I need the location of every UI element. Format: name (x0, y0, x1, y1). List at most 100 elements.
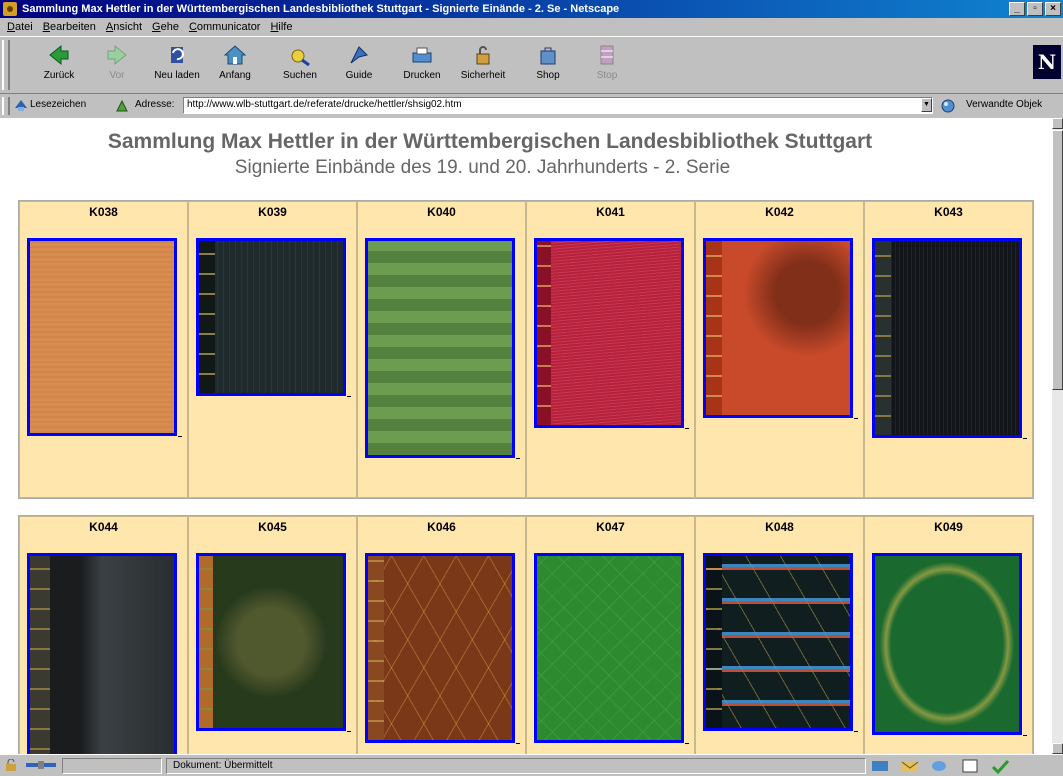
navigation-toolbar: Zurück Vor Neu laden Anfang Suchen Guide (0, 36, 1063, 94)
binding-cell-k047: K047 (526, 516, 695, 754)
status-text: Dokument: Übermittelt (166, 758, 866, 774)
image-link-marker (685, 428, 689, 429)
binding-id-label: K048 (765, 520, 794, 534)
vertical-scrollbar[interactable] (1052, 118, 1063, 754)
shop-label: Shop (536, 70, 560, 81)
page-subtitle: Signierte Einbände des 19. und 20. Jahrh… (234, 157, 731, 178)
forward-label: Vor (109, 70, 125, 81)
book-spine (368, 556, 384, 740)
page-proxy-icon[interactable] (115, 99, 129, 113)
connection-status-icon (26, 761, 56, 769)
image-link-marker (347, 731, 351, 732)
netscape-app-icon (3, 2, 17, 16)
scroll-down-arrow[interactable] (1052, 743, 1063, 754)
padlock-icon (476, 46, 490, 65)
image-link-marker (1023, 438, 1027, 439)
book-cover-link-k040[interactable] (365, 238, 515, 458)
netscape-logo[interactable]: N (1033, 45, 1061, 79)
bookmarks-button[interactable]: Lesezeichen (30, 99, 86, 110)
book-cover-link-k047[interactable] (534, 553, 684, 743)
book-cover-link-k043[interactable] (872, 238, 1022, 438)
menu-bearbeiten[interactable]: Bearbeiten (38, 21, 101, 33)
maximize-button[interactable]: ▫ (1027, 2, 1043, 16)
binding-cell-k044: K044 (19, 516, 188, 754)
binding-cell-k043: K043 (864, 201, 1033, 498)
window-title-bar: Sammlung Max Hettler in der Württembergi… (0, 0, 1063, 18)
print-button[interactable]: Drucken (393, 41, 451, 89)
navigator-icon[interactable] (870, 758, 890, 774)
minimize-button[interactable]: _ (1009, 2, 1025, 16)
book-cover-link-k042[interactable] (703, 238, 853, 418)
home-button[interactable]: Anfang (206, 41, 264, 89)
bookmarks-icon[interactable] (14, 98, 28, 112)
binding-cell-k048: K048 (695, 516, 864, 754)
url-input[interactable]: http://www.wlb-stuttgart.de/referate/dru… (183, 97, 933, 114)
book-spine (199, 556, 213, 728)
image-link-marker (854, 731, 858, 732)
stop-label: Stop (596, 70, 618, 81)
mail-icon[interactable] (900, 758, 920, 774)
close-button[interactable]: × (1045, 2, 1061, 16)
window-controls: _ ▫ × (1009, 2, 1061, 16)
book-spine (875, 241, 891, 435)
menu-datei[interactable]: Datei (2, 21, 38, 33)
related-objects-button[interactable]: Verwandte Objek (966, 99, 1042, 110)
back-button[interactable]: Zurück (30, 41, 88, 89)
book-cover-link-k041[interactable] (534, 238, 684, 428)
location-toolbar-grip[interactable] (2, 97, 10, 115)
menu-communicator[interactable]: Communicator (184, 21, 266, 33)
component-bar (870, 758, 1010, 775)
menu-ansicht[interactable]: Ansicht (101, 21, 147, 33)
discussions-icon[interactable] (930, 758, 950, 774)
book-spine (537, 241, 551, 425)
status-bar: Dokument: Übermittelt (0, 754, 1063, 776)
printer-icon (412, 47, 432, 63)
guide-label: Guide (345, 70, 373, 81)
guide-button[interactable]: Guide (330, 41, 388, 89)
security-button[interactable]: Sicherheit (454, 41, 512, 89)
edit-icon[interactable] (990, 758, 1010, 775)
binding-id-label: K043 (934, 205, 963, 219)
menu-hilfe[interactable]: Hilfe (265, 21, 297, 33)
book-cover-link-k044[interactable] (27, 553, 177, 754)
forward-button[interactable]: Vor (88, 41, 146, 89)
related-objects-icon[interactable] (940, 98, 956, 114)
image-link-marker (854, 418, 858, 419)
book-cover-link-k039[interactable] (196, 238, 346, 396)
binding-id-label: K046 (427, 520, 456, 534)
menu-bar: Datei Bearbeiten Ansicht Gehe Communicat… (0, 18, 1063, 36)
image-link-marker (1023, 735, 1027, 736)
binding-id-label: K042 (765, 205, 794, 219)
book-spine (30, 556, 50, 754)
search-button[interactable]: Suchen (271, 41, 329, 89)
scroll-thumb[interactable] (1052, 130, 1063, 390)
reload-button[interactable]: Neu laden (148, 41, 206, 89)
book-cover-link-k045[interactable] (196, 553, 346, 731)
menu-gehe[interactable]: Gehe (147, 21, 184, 33)
page-title: Sammlung Max Hettler in der Württembergi… (107, 130, 873, 153)
image-link-marker (685, 743, 689, 744)
url-dropdown-button[interactable]: ▼ (921, 98, 932, 112)
book-cover-link-k048[interactable] (703, 553, 853, 731)
book-cover-link-k046[interactable] (365, 553, 515, 743)
image-link-marker (178, 436, 182, 437)
book-spine (199, 241, 215, 393)
book-spine (706, 556, 722, 728)
progress-bar (62, 758, 162, 774)
security-label: Sicherheit (460, 70, 506, 81)
home-icon (223, 45, 247, 65)
stop-button[interactable]: Stop (578, 41, 636, 89)
binding-id-label: K038 (89, 205, 118, 219)
security-status-icon[interactable] (4, 759, 18, 771)
scroll-up-arrow[interactable] (1052, 118, 1063, 129)
binding-cell-k049: K049 (864, 516, 1033, 754)
binding-cell-k042: K042 (695, 201, 864, 498)
composer-icon[interactable] (960, 758, 980, 774)
book-cover-link-k038[interactable] (27, 238, 177, 436)
book-cover-link-k049[interactable] (872, 553, 1022, 735)
binding-cell-k045: K045 (188, 516, 357, 754)
toolbar-grip[interactable] (2, 40, 10, 90)
page-content: Sammlung Max Hettler in der Württembergi… (0, 118, 1052, 754)
guide-icon (350, 46, 368, 64)
shop-button[interactable]: Shop (519, 41, 577, 89)
